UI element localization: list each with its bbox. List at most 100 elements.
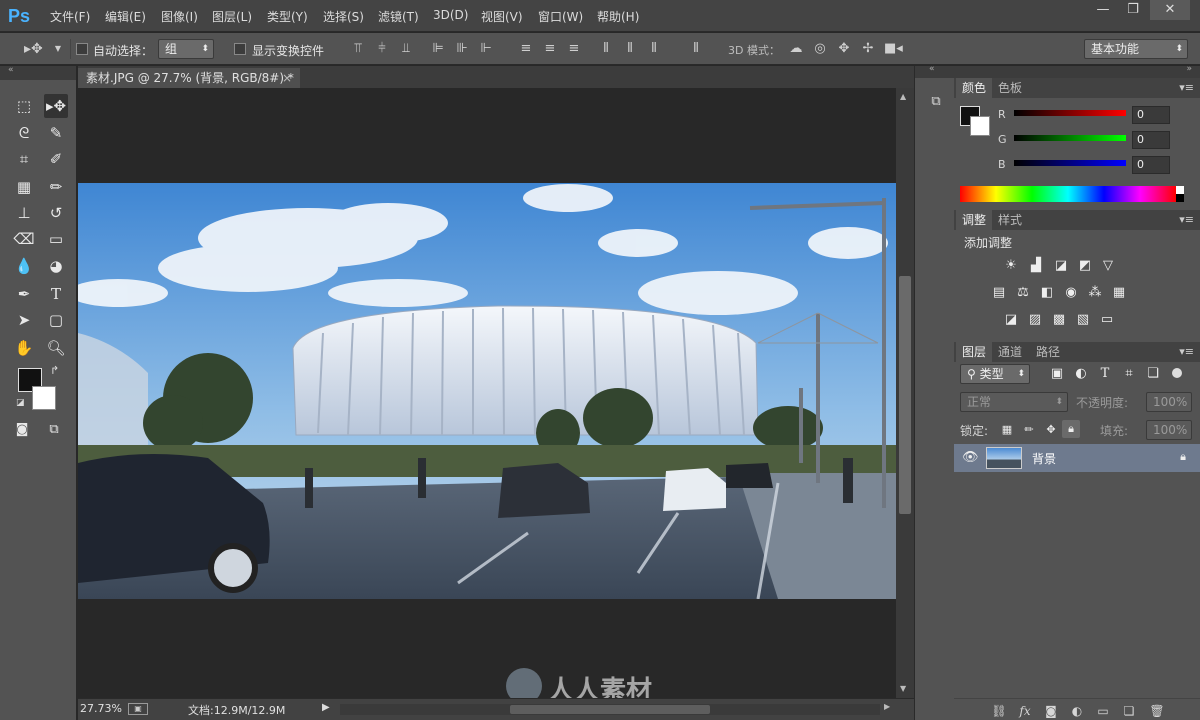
scroll-down-icon[interactable]: ▼ [900, 684, 906, 693]
screen-mode-icon[interactable]: ⧉ [42, 418, 66, 442]
hue-saturation-icon[interactable]: ▤ [990, 284, 1008, 302]
channel-r-slider[interactable] [1014, 110, 1126, 116]
3d-roll-icon[interactable]: ◎ [812, 41, 828, 57]
lock-image-icon[interactable]: ✏ [1020, 421, 1038, 439]
3d-pan-icon[interactable]: ✥ [836, 41, 852, 57]
new-layer-icon[interactable]: ❏ [1120, 703, 1138, 719]
auto-select-dropdown[interactable]: 组 ⬍ [158, 39, 214, 59]
channel-mixer-icon[interactable]: ⁂ [1086, 284, 1104, 302]
distribute-left-icon[interactable]: ⦀ [598, 41, 614, 57]
restore-button[interactable]: ❐ [1120, 0, 1146, 20]
distribute-hcenter-icon[interactable]: ⦀ [622, 41, 638, 57]
panel-menu-icon[interactable]: ▾≡ [1179, 81, 1194, 94]
strip-header[interactable]: « [915, 64, 955, 78]
align-top-icon[interactable]: ⫪ [350, 41, 366, 57]
minimize-button[interactable]: — [1090, 0, 1116, 20]
quick-select-tool-icon[interactable]: ✎ [44, 121, 68, 145]
channel-b-input[interactable]: 0 [1132, 156, 1170, 174]
brightness-contrast-icon[interactable]: ☀ [1002, 257, 1020, 275]
menu-item-0[interactable]: 文件(F) [50, 8, 90, 25]
3d-scale-icon[interactable]: ■◂ [884, 41, 903, 57]
history-brush-tool-icon[interactable]: ↺ [44, 201, 68, 225]
marquee-tool-icon[interactable]: ⬚ [12, 94, 36, 118]
background-color-swatch[interactable] [32, 386, 56, 410]
align-hcenter-icon[interactable]: ⊪ [454, 41, 470, 57]
color-spectrum-ramp[interactable] [960, 186, 1176, 202]
scroll-right-icon[interactable]: ▶ [884, 702, 890, 711]
blend-mode-dropdown[interactable]: 正常 ⬍ [960, 392, 1068, 412]
quick-mask-icon[interactable]: ◙ [10, 418, 34, 442]
tab-channels[interactable]: 通道 [992, 342, 1028, 362]
opacity-input[interactable]: 100% [1146, 392, 1192, 412]
posterize-icon[interactable]: ▨ [1026, 311, 1044, 329]
align-bottom-icon[interactable]: ⫫ [398, 41, 414, 57]
curves-icon[interactable]: ◪ [1052, 257, 1070, 275]
scrollbar-thumb[interactable] [899, 276, 911, 514]
tab-styles[interactable]: 样式 [992, 210, 1028, 230]
move-tool-preset-icon[interactable]: ▸✥ [24, 41, 43, 57]
photo-filter-icon[interactable]: ◉ [1062, 284, 1080, 302]
distribute-top-icon[interactable]: ≡ [518, 41, 534, 57]
fill-input[interactable]: 100% [1146, 420, 1192, 440]
filter-toggle[interactable] [1172, 368, 1182, 378]
ramp-black[interactable] [1176, 194, 1184, 202]
default-colors-icon[interactable]: ◪ [16, 398, 25, 408]
tab-layers[interactable]: 图层 [956, 342, 993, 362]
brush-tool-icon[interactable]: ✏ [44, 175, 68, 199]
workspace-dropdown[interactable]: 基本功能 ⬍ [1084, 39, 1188, 59]
blur-tool-icon[interactable]: 💧 [12, 254, 36, 278]
invert-icon[interactable]: ◪ [1002, 311, 1020, 329]
new-group-icon[interactable]: ▭ [1094, 703, 1112, 719]
expand-icon[interactable]: « [929, 64, 935, 74]
healing-brush-tool-icon[interactable]: ▦ [12, 175, 36, 199]
channel-g-slider[interactable] [1014, 135, 1126, 141]
swap-colors-icon[interactable]: ↱ [50, 364, 59, 377]
menu-item-8[interactable]: 视图(V) [481, 8, 523, 25]
lasso-tool-icon[interactable]: ᘓ [12, 121, 36, 145]
panel-menu-icon[interactable]: ▾≡ [1179, 213, 1194, 226]
dock-header[interactable]: » [954, 64, 1200, 78]
tab-adjustments[interactable]: 调整 [956, 210, 993, 230]
type-tool-icon[interactable]: T [44, 282, 68, 306]
menu-item-7[interactable]: 3D(D) [433, 8, 468, 22]
distribute-right-icon[interactable]: ⦀ [646, 41, 662, 57]
lock-transparent-icon[interactable]: ▦ [998, 421, 1016, 439]
proof-icon[interactable]: ▣ [128, 703, 148, 715]
auto-select-checkbox[interactable] [76, 43, 88, 55]
path-selection-tool-icon[interactable]: ➤ [12, 308, 36, 332]
dodge-tool-icon[interactable]: ◕ [44, 254, 68, 278]
channel-b-slider[interactable] [1014, 160, 1126, 166]
zoom-tool-icon[interactable]: 🔍︎ [44, 336, 68, 360]
document-image[interactable] [78, 183, 896, 599]
new-adjustment-layer-icon[interactable]: ◐ [1068, 703, 1086, 719]
selective-color-icon[interactable]: ▧ [1074, 311, 1092, 329]
3d-slide-icon[interactable]: ✢ [860, 41, 876, 57]
layer-style-fx-icon[interactable]: fx [1016, 703, 1034, 719]
menu-item-9[interactable]: 窗口(W) [538, 8, 583, 25]
eraser-tool-icon[interactable]: ⌫ [12, 227, 36, 251]
align-vcenter-icon[interactable]: ⫩ [374, 41, 390, 57]
channel-g-input[interactable]: 0 [1132, 131, 1170, 149]
collapse-dock-icon[interactable]: » [1186, 64, 1192, 74]
show-transform-checkbox[interactable] [234, 43, 246, 55]
delete-layer-icon[interactable]: 🗑︎ [1148, 703, 1166, 719]
vibrance-icon[interactable]: ▽ [1099, 257, 1117, 275]
tab-swatches[interactable]: 色板 [992, 78, 1028, 98]
distribute-vcenter-icon[interactable]: ≡ [542, 41, 558, 57]
toolbox-header[interactable]: « [0, 65, 76, 80]
channel-r-input[interactable]: 0 [1132, 106, 1170, 124]
panel-menu-icon[interactable]: ▾≡ [1179, 345, 1194, 358]
collapse-icon[interactable]: « [8, 65, 14, 75]
filter-adjustment-icon[interactable]: ◐ [1072, 365, 1090, 383]
color-lookup-icon[interactable]: ▦ [1110, 284, 1128, 302]
menu-item-3[interactable]: 图层(L) [212, 8, 252, 25]
clone-stamp-tool-icon[interactable]: ⊥ [12, 201, 36, 225]
menu-item-10[interactable]: 帮助(H) [597, 8, 639, 25]
tab-color[interactable]: 颜色 [956, 78, 993, 98]
crop-tool-icon[interactable]: ⌗ [12, 147, 36, 171]
shape-tool-icon[interactable]: ▢ [44, 308, 68, 332]
menu-item-2[interactable]: 图像(I) [161, 8, 198, 25]
add-mask-icon[interactable]: ◙ [1042, 703, 1060, 719]
h-scrollbar-thumb[interactable] [510, 705, 710, 714]
visibility-eye-icon[interactable]: 👁︎ [962, 450, 979, 465]
